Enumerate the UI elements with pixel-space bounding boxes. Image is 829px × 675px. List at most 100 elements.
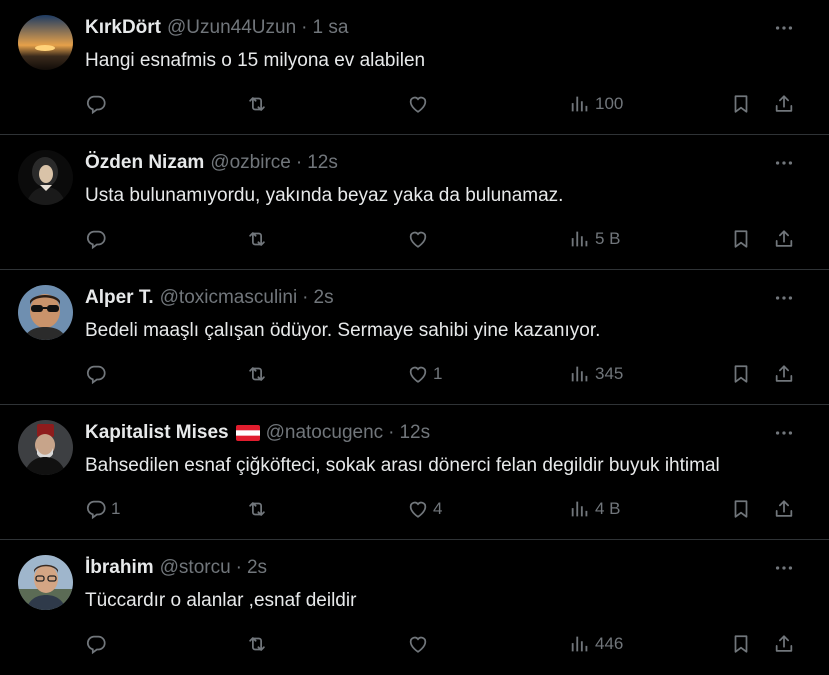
tweet[interactable]: İbrahim @storcu · 2s Tüccardır o alanlar… [0, 540, 829, 675]
reply-button[interactable] [85, 90, 111, 118]
woman-portrait-avatar[interactable] [18, 150, 73, 205]
tweet[interactable]: Özden Nizam @ozbirce · 12s Usta bulunamı… [0, 135, 829, 270]
separator-dot: · [302, 287, 309, 308]
tweet-actions: 100 [85, 90, 799, 118]
reply-button[interactable] [85, 360, 111, 388]
like-button[interactable]: 4 [407, 495, 442, 523]
timestamp[interactable]: 12s [399, 422, 430, 444]
author-name[interactable]: Alper T. [85, 287, 154, 309]
views-button[interactable]: 345 [569, 360, 623, 388]
separator-dot: · [388, 422, 395, 443]
retweet-button[interactable] [246, 360, 268, 388]
views-button[interactable]: 4 B [569, 495, 621, 523]
retweet-icon [246, 228, 268, 250]
heart-icon [407, 228, 429, 250]
view-count: 100 [595, 94, 624, 113]
reply-button[interactable]: 1 [85, 495, 120, 523]
bookmark-icon [730, 93, 752, 115]
timestamp[interactable]: 2s [314, 287, 334, 309]
author-handle[interactable]: @ozbirce [210, 152, 291, 174]
retweet-button[interactable] [246, 495, 268, 523]
reply-icon [85, 228, 107, 250]
share-icon [773, 363, 795, 385]
tweet-actions: 5 B [85, 225, 799, 253]
sunglasses-man-avatar[interactable] [18, 285, 73, 340]
reply-icon [85, 498, 107, 520]
bookmark-button[interactable] [730, 90, 752, 118]
reply-button[interactable] [85, 225, 111, 253]
sunset-avatar[interactable] [18, 15, 73, 70]
like-button[interactable] [407, 225, 433, 253]
timestamp[interactable]: 1 sa [312, 17, 348, 39]
bookmark-icon [730, 498, 752, 520]
author-name[interactable]: İbrahim [85, 557, 154, 579]
retweet-button[interactable] [246, 225, 268, 253]
retweet-icon [246, 93, 268, 115]
heart-icon [407, 633, 429, 655]
author-handle[interactable]: @storcu [160, 557, 231, 579]
tweet-text: Bahsedilen esnaf çiğköfteci, sokak arası… [85, 455, 720, 476]
author-handle[interactable]: @toxicmasculini [160, 287, 298, 309]
author-handle[interactable]: @Uzun44Uzun [167, 17, 296, 39]
tweet-text: Bedeli maaşlı çalışan ödüyor. Sermaye sa… [85, 320, 601, 341]
share-button[interactable] [773, 90, 795, 118]
tweet-text: Tüccardır o alanlar ,esnaf deildir [85, 590, 357, 611]
reply-count: 1 [111, 499, 121, 518]
author-name[interactable]: KırkDört [85, 17, 161, 39]
more-icon[interactable] [773, 18, 795, 38]
reply-icon [85, 363, 107, 385]
separator-dot: · [295, 152, 303, 173]
tweet-actions: 1 345 [85, 360, 799, 388]
more-icon[interactable] [773, 153, 795, 173]
reply-icon [85, 633, 107, 655]
like-button[interactable] [407, 90, 433, 118]
fez-man-avatar[interactable] [18, 420, 73, 475]
bookmark-icon [730, 228, 752, 250]
glasses-man-avatar[interactable] [18, 555, 73, 610]
like-count: 4 [433, 499, 443, 518]
tweet-text: Usta bulunamıyordu, yakında beyaz yaka d… [85, 185, 564, 206]
austria-flag-icon [235, 425, 260, 441]
author-handle[interactable]: @natocugenc [266, 422, 384, 444]
bookmark-icon [730, 363, 752, 385]
tweet[interactable]: KırkDört @Uzun44Uzun · 1 sa Hangi esnafm… [0, 0, 829, 135]
timestamp[interactable]: 12s [307, 152, 338, 174]
tweet[interactable]: Alper T. @toxicmasculini · 2s Bedeli maa… [0, 270, 829, 405]
separator-dot: · [235, 557, 242, 578]
tweet[interactable]: Kapitalist Mises @natocugenc · 12s Bahse… [0, 405, 829, 540]
tweet-header: KırkDört @Uzun44Uzun · 1 sa [85, 17, 769, 39]
author-name[interactable]: Özden Nizam [85, 152, 204, 174]
bar-chart-icon [569, 93, 591, 115]
more-icon[interactable] [773, 558, 795, 578]
share-icon [773, 93, 795, 115]
views-button[interactable]: 446 [569, 630, 623, 658]
share-button[interactable] [773, 225, 795, 253]
reply-feed: KırkDört @Uzun44Uzun · 1 sa Hangi esnafm… [0, 0, 829, 675]
more-icon[interactable] [773, 288, 795, 308]
bookmark-button[interactable] [730, 225, 752, 253]
share-button[interactable] [773, 495, 795, 523]
like-button[interactable] [407, 630, 433, 658]
tweet-header: İbrahim @storcu · 2s [85, 557, 769, 579]
tweet-header: Alper T. @toxicmasculini · 2s [85, 287, 769, 309]
more-icon[interactable] [773, 423, 795, 443]
retweet-icon [246, 498, 268, 520]
bookmark-button[interactable] [730, 630, 752, 658]
share-button[interactable] [773, 630, 795, 658]
views-button[interactable]: 100 [569, 90, 623, 118]
timestamp[interactable]: 2s [247, 557, 267, 579]
bookmark-button[interactable] [730, 495, 752, 523]
retweet-button[interactable] [246, 630, 268, 658]
bar-chart-icon [569, 633, 591, 655]
bookmark-button[interactable] [730, 360, 752, 388]
retweet-icon [246, 633, 268, 655]
share-button[interactable] [773, 360, 795, 388]
like-button[interactable]: 1 [407, 360, 442, 388]
author-name[interactable]: Kapitalist Mises [85, 422, 229, 444]
view-count: 345 [595, 364, 624, 383]
share-icon [773, 228, 795, 250]
reply-button[interactable] [85, 630, 111, 658]
views-button[interactable]: 5 B [569, 225, 621, 253]
retweet-button[interactable] [246, 90, 268, 118]
share-icon [773, 498, 795, 520]
